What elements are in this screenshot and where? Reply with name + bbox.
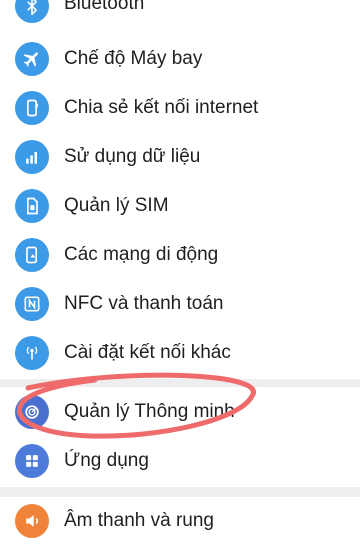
settings-item-label: Các mạng di động (64, 244, 219, 265)
settings-item-label: Quản lý SIM (64, 195, 169, 216)
settings-item-label: Quản lý Thông minh (64, 401, 235, 422)
settings-item-bluetooth[interactable]: Bluetooth (0, 0, 360, 27)
more-connections-icon (15, 336, 49, 370)
apps-grid-icon (15, 444, 49, 478)
mobile-network-icon (15, 238, 49, 272)
airplane-icon (15, 42, 49, 76)
settings-item-data-usage[interactable]: Sử dụng dữ liệu (0, 134, 360, 180)
settings-item-label: Chia sẻ kết nối internet (64, 97, 259, 118)
settings-item-sound[interactable]: Âm thanh và rung (0, 498, 360, 544)
settings-item-label: Sử dụng dữ liệu (64, 146, 201, 167)
section-divider (0, 487, 360, 497)
bluetooth-icon (15, 0, 49, 23)
nfc-icon (15, 287, 49, 321)
section-divider (0, 379, 360, 387)
settings-item-smart-manager[interactable]: Quản lý Thông minh (0, 389, 360, 435)
settings-item-more-connections[interactable]: Cài đặt kết nối khác (0, 330, 360, 376)
smart-manager-icon (15, 395, 49, 429)
sound-icon (15, 504, 49, 538)
settings-item-label: Cài đặt kết nối khác (64, 342, 231, 363)
settings-item-label: Ứng dụng (64, 450, 149, 471)
settings-item-hotspot[interactable]: Chia sẻ kết nối internet (0, 85, 360, 131)
settings-item-label: Âm thanh và rung (64, 510, 214, 531)
settings-item-mobile-networks[interactable]: Các mạng di động (0, 232, 360, 278)
hotspot-icon (15, 91, 49, 125)
settings-item-label: Bluetooth (64, 0, 145, 14)
settings-item-sim-manager[interactable]: Quản lý SIM (0, 183, 360, 229)
settings-item-nfc[interactable]: NFC và thanh toán (0, 281, 360, 327)
data-usage-icon (15, 140, 49, 174)
settings-item-apps[interactable]: Ứng dụng (0, 438, 360, 484)
settings-item-label: Chế độ Máy bay (64, 48, 203, 69)
sim-card-icon (15, 189, 49, 223)
settings-item-label: NFC và thanh toán (64, 293, 224, 314)
settings-item-airplane-mode[interactable]: Chế độ Máy bay (0, 36, 360, 82)
